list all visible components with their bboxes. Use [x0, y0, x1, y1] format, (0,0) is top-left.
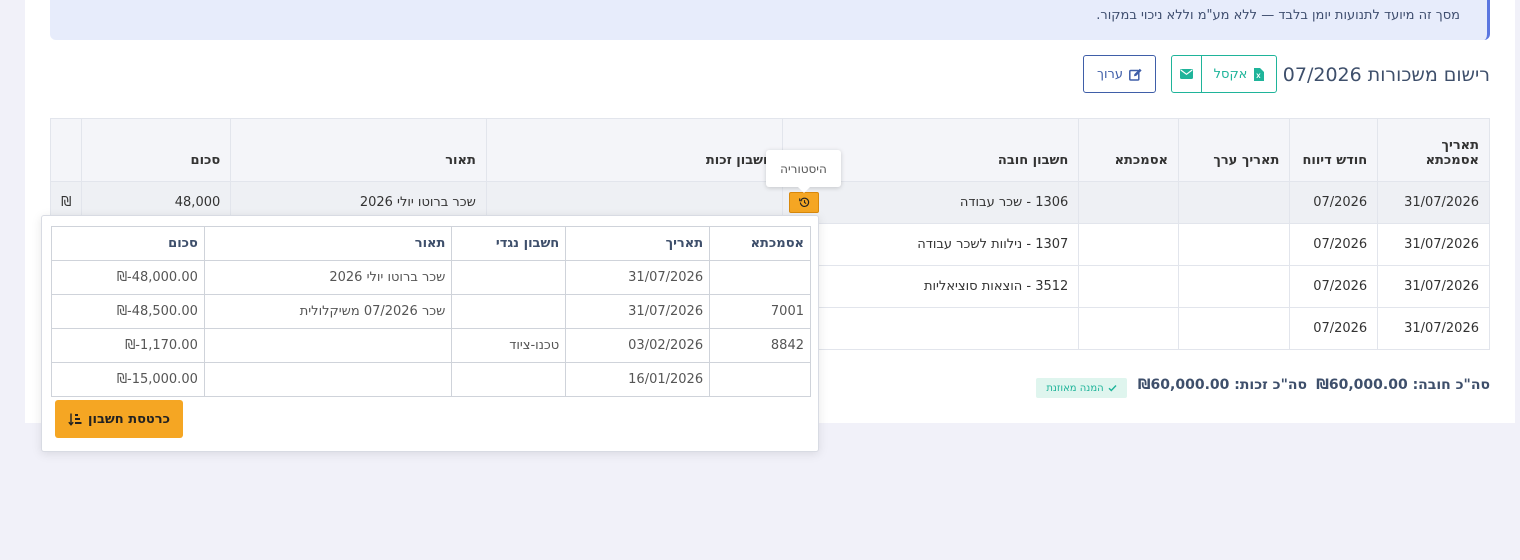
history-button[interactable]	[789, 192, 819, 213]
history-popover: אסמכתא תאריך חשבון נגדי תאור סכום 31/07/…	[41, 215, 819, 452]
info-alert: מסך זה מיועד לתנועות יומן בלבד — ללא מע"…	[50, 0, 1490, 40]
col-value-date[interactable]: תאריך ערך	[1177, 118, 1291, 182]
cell-report-month: 07/2026	[1289, 307, 1379, 350]
hist-cell-counter-account	[451, 294, 567, 329]
total-credit: סה"כ זכות: ₪60,000.00	[1138, 377, 1307, 393]
hist-cell-date: 16/01/2026	[565, 362, 711, 397]
cell-debit-account[interactable]: 3512 - הוצאות סוציאליות	[781, 265, 1080, 308]
excel-file-icon	[1254, 67, 1265, 81]
hist-cell-amount: ₪-48,500.00	[51, 294, 205, 329]
cell-debit-account[interactable]: 1307 - נילוות לשכר עבודה	[781, 223, 1080, 266]
history-row: 16/01/2026 ₪-15,000.00	[51, 362, 811, 397]
history-row: 8842 03/02/2026 טכנו-ציוד ₪-1,170.00	[51, 328, 811, 363]
hist-amount-value: ₪-48,500.00	[116, 304, 198, 319]
ledger-label: כרטסת חשבון	[88, 411, 170, 427]
page-title: רישום משכורות 07/2026	[1282, 64, 1490, 86]
hist-cell-counter-account	[451, 260, 567, 295]
history-row: 7001 31/07/2026 שכר 07/2026 משיקלולית ₪-…	[51, 294, 811, 329]
hist-amount-value: ₪-48,000.00	[116, 270, 198, 285]
cell-ref-date: 31/07/2026	[1377, 223, 1490, 266]
history-icon	[798, 197, 809, 207]
cell-report-month: 07/2026	[1289, 265, 1379, 308]
hist-cell-counter-account	[451, 362, 567, 397]
cell-reference[interactable]	[1078, 265, 1179, 308]
cell-ref-date: 31/07/2026	[1377, 265, 1490, 308]
hist-cell-description	[203, 362, 453, 397]
edit-label: ערוך	[1097, 66, 1123, 82]
col-ref-date[interactable]: תאריך אסמכתא	[1377, 118, 1490, 182]
hist-cell-amount: ₪-15,000.00	[51, 362, 205, 397]
hist-cell-date: 31/07/2026	[565, 260, 711, 295]
hist-col-date: תאריך	[565, 226, 711, 261]
total-debit-value: ₪60,000.00	[1316, 377, 1408, 393]
history-tooltip-text: היסטוריה	[780, 161, 827, 176]
cell-ref-date: 31/07/2026	[1377, 307, 1490, 350]
hist-col-amount: סכום	[51, 226, 205, 261]
hist-cell-description	[203, 328, 453, 363]
hist-cell-amount: ₪-48,000.00	[51, 260, 205, 295]
total-debit-label: סה"כ חובה:	[1412, 377, 1490, 393]
total-credit-label: סה"כ זכות:	[1234, 377, 1307, 393]
cell-report-month: 07/2026	[1289, 223, 1379, 266]
hist-cell-description: שכר 07/2026 משיקלולית	[203, 294, 453, 329]
hist-col-counter-account: חשבון נגדי	[451, 226, 567, 261]
info-text: מסך זה מיועד לתנועות יומן בלבד — ללא מע"…	[1096, 8, 1460, 23]
hist-amount-value: ₪-1,170.00	[125, 338, 198, 353]
cell-reference[interactable]	[1078, 181, 1179, 224]
hist-cell-date: 03/02/2026	[565, 328, 711, 363]
hist-amount-value: ₪-15,000.00	[116, 372, 198, 387]
history-table: אסמכתא תאריך חשבון נגדי תאור סכום 31/07/…	[51, 226, 811, 397]
cell-ref-date: 31/07/2026	[1377, 181, 1490, 224]
account-ledger-button[interactable]: כרטסת חשבון	[55, 400, 183, 438]
cell-reference[interactable]	[1078, 223, 1179, 266]
history-tooltip: היסטוריה	[766, 150, 841, 193]
cell-debit-account[interactable]: 1306 - שכר עבודה	[781, 181, 1080, 224]
hist-cell-reference	[709, 362, 811, 397]
total-credit-value: ₪60,000.00	[1137, 377, 1230, 393]
excel-export-button[interactable]: אקסל	[1201, 55, 1277, 93]
history-row: 31/07/2026 שכר ברוטו יולי 2026 ₪-48,000.…	[51, 260, 811, 295]
edit-button[interactable]: ערוך	[1083, 55, 1156, 93]
cell-value-date[interactable]	[1177, 307, 1291, 350]
col-credit-account[interactable]: חשבון זכות	[485, 118, 783, 182]
cell-value-date[interactable]	[1177, 223, 1291, 266]
cell-value-date[interactable]	[1177, 181, 1291, 224]
col-reference[interactable]: אסמכתא	[1078, 118, 1179, 182]
balanced-label: המנה מאוזנת	[1046, 382, 1104, 394]
col-report-month[interactable]: חודש דיווח	[1289, 118, 1379, 182]
cell-reference[interactable]	[1078, 307, 1179, 350]
edit-icon	[1129, 68, 1142, 81]
excel-label: אקסל	[1213, 66, 1248, 82]
col-amount[interactable]: סכום	[81, 118, 232, 182]
hist-cell-reference: 8842	[709, 328, 811, 363]
cell-debit-account[interactable]	[781, 307, 1080, 350]
envelope-icon	[1180, 69, 1193, 79]
hist-cell-reference: 7001	[709, 294, 811, 329]
hist-col-description: תאור	[203, 226, 453, 261]
cell-report-month: 07/2026	[1289, 181, 1379, 224]
email-button[interactable]	[1171, 55, 1202, 93]
hist-cell-description: שכר ברוטו יולי 2026	[203, 260, 453, 295]
hist-cell-reference	[709, 260, 811, 295]
hist-cell-date: 31/07/2026	[565, 294, 711, 329]
sort-amount-icon	[68, 413, 82, 426]
col-currency	[49, 118, 83, 182]
total-debit: סה"כ חובה: ₪60,000.00	[1316, 377, 1490, 393]
check-icon	[1108, 385, 1117, 392]
hist-col-reference: אסמכתא	[709, 226, 811, 261]
balanced-badge: המנה מאוזנת	[1036, 378, 1127, 398]
hist-cell-counter-account: טכנו-ציוד	[451, 328, 567, 363]
col-description[interactable]: תאור	[230, 118, 487, 182]
cell-value-date[interactable]	[1177, 265, 1291, 308]
hist-cell-amount: ₪-1,170.00	[51, 328, 205, 363]
history-header-row: אסמכתא תאריך חשבון נגדי תאור סכום	[51, 226, 811, 261]
